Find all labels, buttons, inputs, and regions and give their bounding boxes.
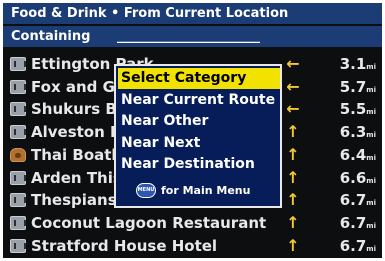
list-item-distance: 3.1mi bbox=[340, 53, 376, 78]
restaurant-icon bbox=[10, 215, 26, 230]
list-item-distance: 5.7mi bbox=[340, 76, 376, 101]
direction-arrow-icon: ↑ bbox=[286, 144, 300, 164]
distance-unit: mi bbox=[366, 108, 376, 117]
list-item-name: Stratford House Hotel bbox=[31, 236, 218, 255]
distance-value: 3.1 bbox=[339, 55, 367, 73]
restaurant-icon bbox=[10, 57, 26, 71]
search-label: Containing bbox=[11, 29, 91, 44]
menu-item[interactable]: Near Other bbox=[118, 111, 280, 132]
restaurant-icon bbox=[10, 79, 26, 94]
menu-item[interactable]: Select Category bbox=[118, 68, 280, 89]
distance-unit: mi bbox=[366, 131, 376, 140]
list-item-distance: 5.5mi bbox=[340, 98, 376, 123]
options-menu: Select Category Near Current Route Near Ot… bbox=[114, 64, 282, 208]
distance-value: 6.7 bbox=[339, 191, 367, 210]
menu-hint-label: for Main Menu bbox=[161, 184, 251, 197]
distance-value: 6.7 bbox=[339, 236, 367, 255]
menu-key-icon: MENU bbox=[136, 183, 156, 198]
list-item-distance: 6.3mi bbox=[340, 121, 376, 146]
direction-arrow-icon: ↑ bbox=[286, 235, 300, 255]
list-item-distance: 6.7mi bbox=[340, 212, 376, 237]
restaurant-icon bbox=[10, 193, 26, 208]
distance-value: 6.6 bbox=[339, 168, 367, 187]
list-item-distance: 6.7mi bbox=[340, 235, 376, 258]
list-item[interactable]: Coconut Lagoon Restaurant ↑ 6.7mi bbox=[3, 212, 382, 234]
direction-arrow-icon: ← bbox=[286, 76, 300, 96]
direction-arrow-icon: ↑ bbox=[286, 212, 300, 232]
distance-unit: mi bbox=[366, 85, 376, 94]
distance-unit: mi bbox=[366, 244, 376, 253]
distance-value: 6.4 bbox=[339, 145, 367, 164]
menu-item[interactable]: Near Current Route bbox=[118, 90, 280, 111]
restaurant-icon bbox=[10, 170, 26, 185]
page-title: Food & Drink • From Current Location bbox=[3, 3, 382, 24]
distance-unit: mi bbox=[366, 63, 376, 71]
direction-arrow-icon: ← bbox=[286, 54, 300, 73]
menu-item[interactable]: Near Next bbox=[118, 133, 280, 154]
search-input[interactable]: ______________________ bbox=[117, 26, 260, 47]
distance-unit: mi bbox=[366, 199, 376, 208]
list-item[interactable]: Stratford House Hotel ↑ 6.7mi bbox=[3, 235, 382, 257]
list-item-name: Coconut Lagoon Restaurant bbox=[31, 213, 267, 232]
list-item-distance: 6.6mi bbox=[340, 167, 376, 192]
direction-arrow-icon: ↑ bbox=[286, 167, 300, 187]
list-item-distance: 6.7mi bbox=[340, 189, 376, 214]
distance-unit: mi bbox=[366, 176, 376, 185]
distance-value: 5.5 bbox=[339, 100, 367, 119]
distance-unit: mi bbox=[366, 221, 376, 230]
direction-arrow-icon: ↑ bbox=[286, 190, 300, 210]
restaurant-icon bbox=[10, 238, 26, 253]
distance-value: 6.7 bbox=[339, 213, 367, 232]
distance-value: 5.7 bbox=[339, 77, 367, 96]
distance-unit: mi bbox=[366, 153, 376, 162]
distance-value: 6.3 bbox=[339, 123, 367, 142]
menu-item[interactable]: Near Destination bbox=[118, 154, 280, 175]
lcd-display: Food & Drink • From Current Location Con… bbox=[3, 3, 382, 258]
list-item-distance: 6.4mi bbox=[340, 144, 376, 169]
list-item-name: Thespians bbox=[31, 191, 117, 210]
restaurant-icon bbox=[10, 102, 26, 117]
coffee-icon bbox=[10, 147, 26, 162]
restaurant-icon bbox=[10, 125, 26, 140]
gps-screen: Food & Drink • From Current Location Con… bbox=[0, 0, 385, 261]
search-field[interactable]: Containing ______________________ bbox=[3, 26, 382, 47]
direction-arrow-icon: ← bbox=[286, 99, 300, 119]
direction-arrow-icon: ↑ bbox=[286, 122, 300, 142]
